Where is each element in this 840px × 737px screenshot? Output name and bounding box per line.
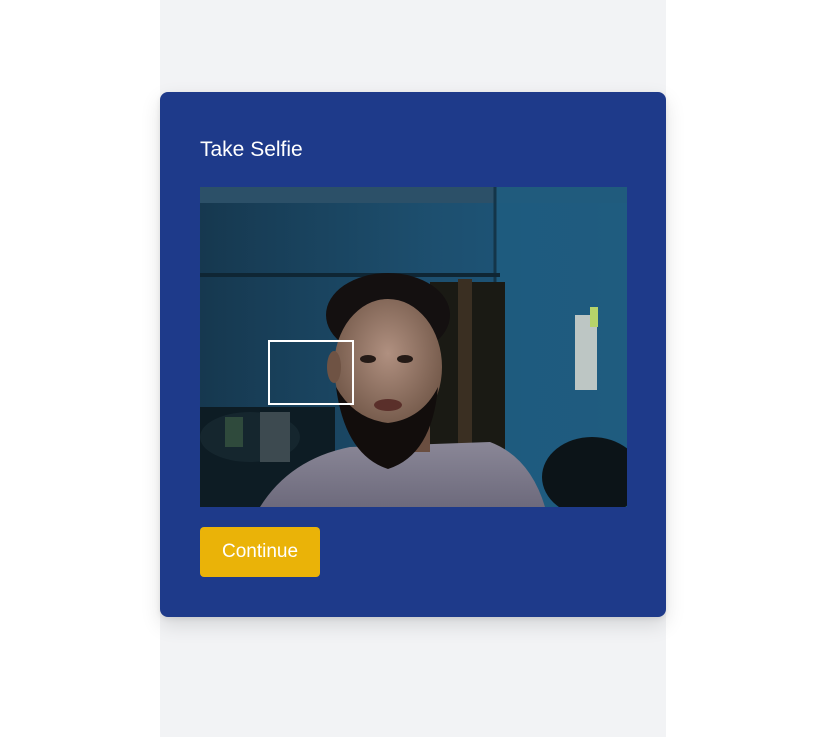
selfie-card: Take Selfie Continue (160, 92, 666, 617)
camera-feed-image (200, 187, 627, 507)
face-detection-box (268, 340, 354, 405)
continue-button[interactable]: Continue (200, 527, 320, 577)
card-title: Take Selfie (200, 138, 303, 161)
camera-preview (200, 187, 627, 507)
